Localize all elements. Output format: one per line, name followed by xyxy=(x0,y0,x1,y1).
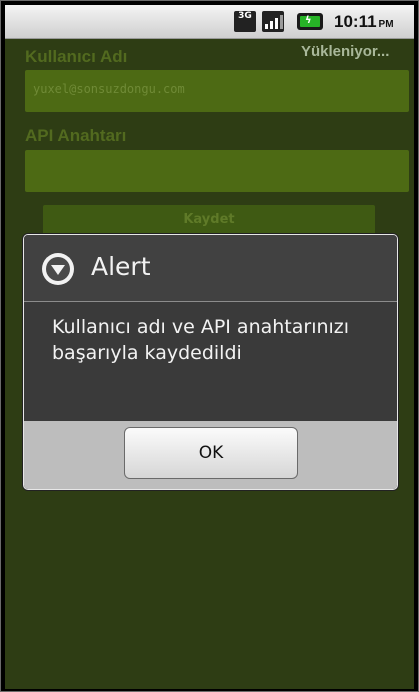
username-label: Kullanıcı Adı xyxy=(25,47,128,66)
username-field[interactable]: yuxel@sonsuzdongu.com xyxy=(25,70,409,112)
device-frame: 3G ϟ 10:11 PM Kullanıcı Adı Yükleniyor...… xyxy=(0,0,419,692)
clock-time: 10:11 xyxy=(334,12,377,31)
battery-icon: ϟ xyxy=(297,13,323,30)
api-key-field[interactable] xyxy=(25,150,409,192)
signal-icon xyxy=(262,11,284,32)
dialog-body: Kullanıcı adı ve API anahtarınızı başarı… xyxy=(24,302,397,421)
clock: 10:11 PM xyxy=(334,13,394,34)
alert-dialog: Alert Kullanıcı adı ve API anahtarınızı … xyxy=(23,234,398,490)
network-3g-icon: 3G xyxy=(234,11,256,32)
clock-ampm: PM xyxy=(378,19,394,30)
save-button[interactable]: Kaydet xyxy=(43,205,375,235)
alert-icon xyxy=(42,253,74,285)
dialog-title: Alert xyxy=(91,252,151,281)
username-value: yuxel@sonsuzdongu.com xyxy=(33,82,185,96)
dialog-message: Kullanıcı adı ve API anahtarınızı başarı… xyxy=(52,316,350,364)
loading-indicator: Yükleniyor... xyxy=(301,43,390,60)
api-key-label: API Anahtarı xyxy=(25,126,127,145)
status-bar: 3G ϟ 10:11 PM xyxy=(5,5,414,39)
ok-button[interactable]: OK xyxy=(124,427,298,479)
dialog-footer: OK xyxy=(24,421,397,489)
dialog-title-bar: Alert xyxy=(24,235,397,302)
network-label: 3G xyxy=(238,11,252,21)
